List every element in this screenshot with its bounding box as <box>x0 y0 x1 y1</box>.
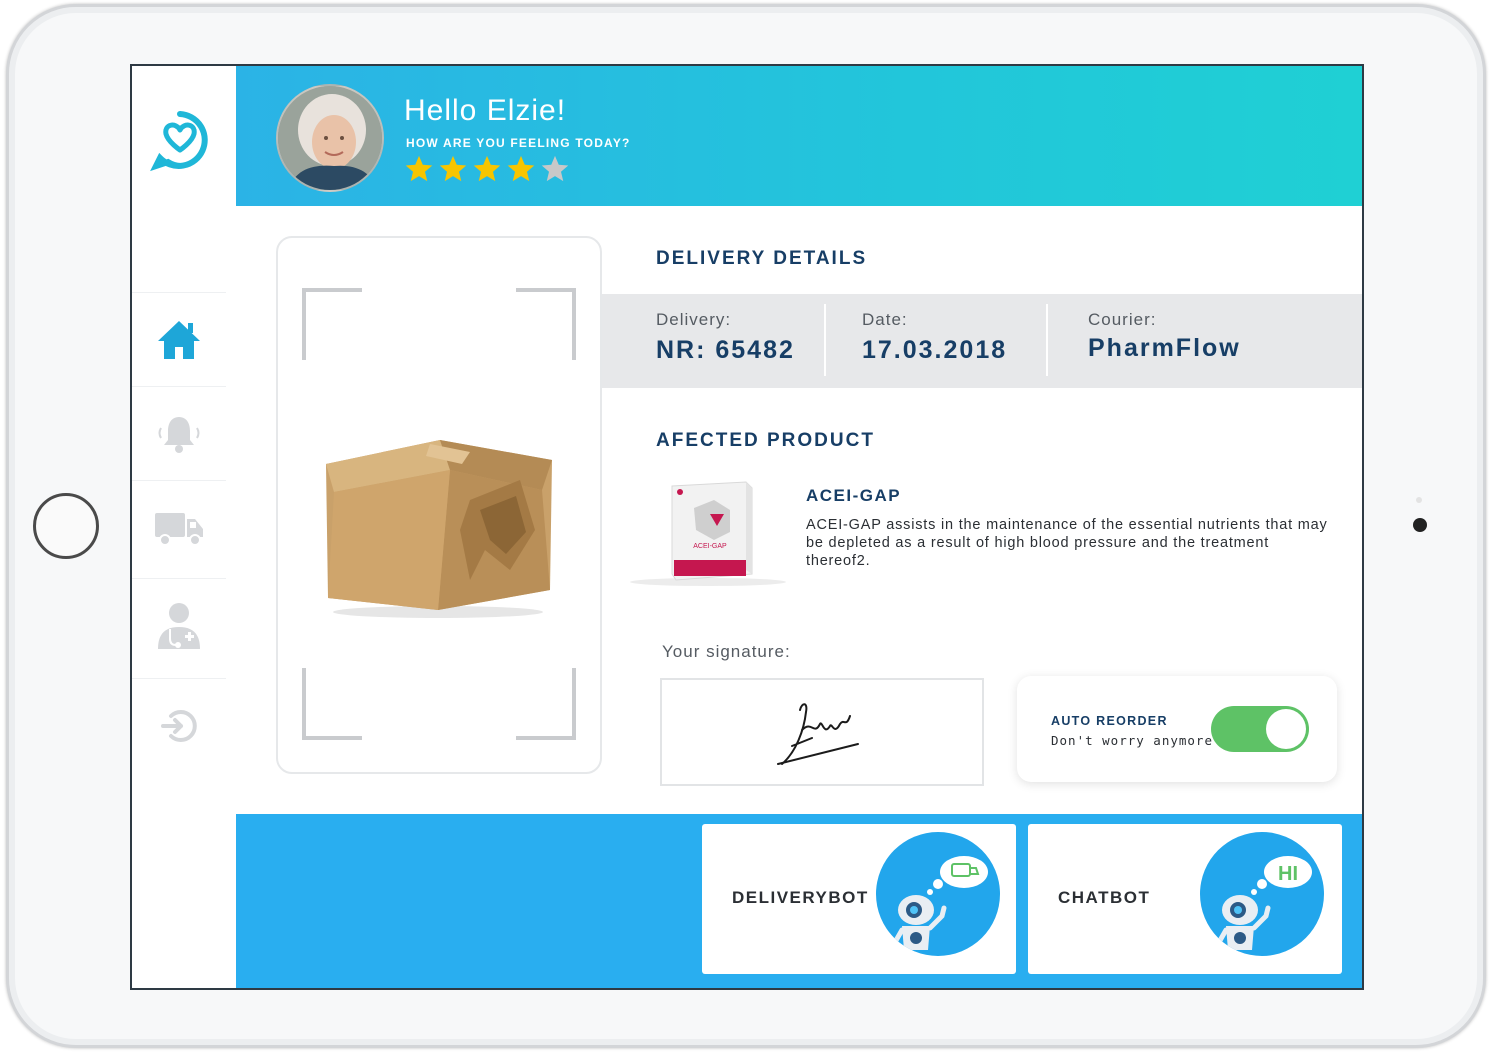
affected-product-title: AFECTED PRODUCT <box>656 430 875 451</box>
star-filled-icon[interactable] <box>404 154 434 184</box>
header-banner: Hello Elzie! HOW ARE YOU FEELING TODAY? <box>236 66 1362 206</box>
scan-frame-corner <box>516 288 576 360</box>
tablet-camera <box>1413 518 1427 532</box>
auto-reorder-title: AUTO REORDER <box>1051 714 1168 728</box>
delivery-date-field: Date: 17.03.2018 <box>862 294 1007 388</box>
avatar[interactable] <box>276 84 384 192</box>
home-icon <box>156 319 202 361</box>
sidebar-item-logout[interactable] <box>132 678 226 772</box>
delivery-details-band: Delivery: NR: 65482 Date: 17.03.2018 Cou… <box>602 294 1362 388</box>
scan-frame-corner <box>302 668 362 740</box>
mood-rating <box>404 154 570 184</box>
greeting-title: Hello Elzie! <box>404 94 567 127</box>
app-screen: Hello Elzie! HOW ARE YOU FEELING TODAY? … <box>130 64 1364 990</box>
deliverybot-button[interactable]: DELIVERYBOT <box>702 824 1016 974</box>
toggle-knob <box>1266 709 1306 749</box>
doctor-icon <box>154 601 204 651</box>
tablet-sensor <box>1416 497 1422 503</box>
divider <box>1046 304 1048 376</box>
sidebar-item-home[interactable] <box>132 292 226 386</box>
damaged-package-image <box>326 440 552 618</box>
sidebar <box>132 66 236 988</box>
signature-drawing <box>777 703 859 765</box>
scan-frame-corner <box>516 668 576 740</box>
courier-value: PharmFlow <box>1088 334 1241 362</box>
greeting-subtitle: HOW ARE YOU FEELING TODAY? <box>406 136 631 150</box>
signature-label: Your signature: <box>662 642 791 661</box>
logout-icon <box>159 706 199 746</box>
star-filled-icon[interactable] <box>506 154 536 184</box>
deliverybot-label: DELIVERYBOT <box>732 888 869 907</box>
footer-bar: DELIVERYBOT CHATBOT HI <box>236 814 1362 988</box>
scan-frame-corner <box>302 288 362 360</box>
delivery-date-label: Date: <box>862 310 908 329</box>
auto-reorder-subtitle: Don't worry anymore <box>1051 733 1213 748</box>
star-filled-icon[interactable] <box>472 154 502 184</box>
delivery-date-value: 17.03.2018 <box>862 336 1008 364</box>
product-name: ACEI-GAP <box>806 486 902 505</box>
product-package-image: ACEI-GAP <box>630 481 786 586</box>
delivery-number-label: Delivery: <box>656 310 732 329</box>
chatbot-bubble-text: HI <box>1278 863 1298 885</box>
truck-icon <box>153 509 205 547</box>
chatbot-label: CHATBOT <box>1058 888 1151 907</box>
delivery-number-value: NR: 65482 <box>656 336 795 364</box>
divider <box>824 304 826 376</box>
package-photo-card[interactable] <box>276 236 602 774</box>
signature-pad[interactable] <box>660 678 984 786</box>
sidebar-item-doctor[interactable] <box>132 578 226 672</box>
sidebar-item-notifications[interactable] <box>132 386 226 480</box>
product-package-text: ACEI-GAP <box>693 543 727 550</box>
deliverybot-robot-icon <box>876 832 1000 956</box>
chatbot-robot-icon: HI <box>1200 832 1324 956</box>
delivery-number-field: Delivery: NR: 65482 <box>656 294 795 388</box>
chatbot-button[interactable]: CHATBOT HI <box>1028 824 1342 974</box>
courier-label: Courier: <box>1088 310 1157 329</box>
star-empty-icon[interactable] <box>540 154 570 184</box>
bell-icon <box>156 414 202 454</box>
tablet-home-button[interactable] <box>33 493 99 559</box>
star-filled-icon[interactable] <box>438 154 468 184</box>
sidebar-item-deliveries[interactable] <box>132 480 226 574</box>
delivery-details-title: DELIVERY DETAILS <box>656 248 868 269</box>
courier-field: Courier: PharmFlow <box>1088 294 1241 388</box>
product-description: ACEI-GAP assists in the maintenance of t… <box>806 517 1328 569</box>
app-logo-icon[interactable] <box>148 108 212 172</box>
auto-reorder-card: AUTO REORDER Don't worry anymore <box>1017 676 1337 782</box>
auto-reorder-toggle[interactable] <box>1211 706 1309 752</box>
